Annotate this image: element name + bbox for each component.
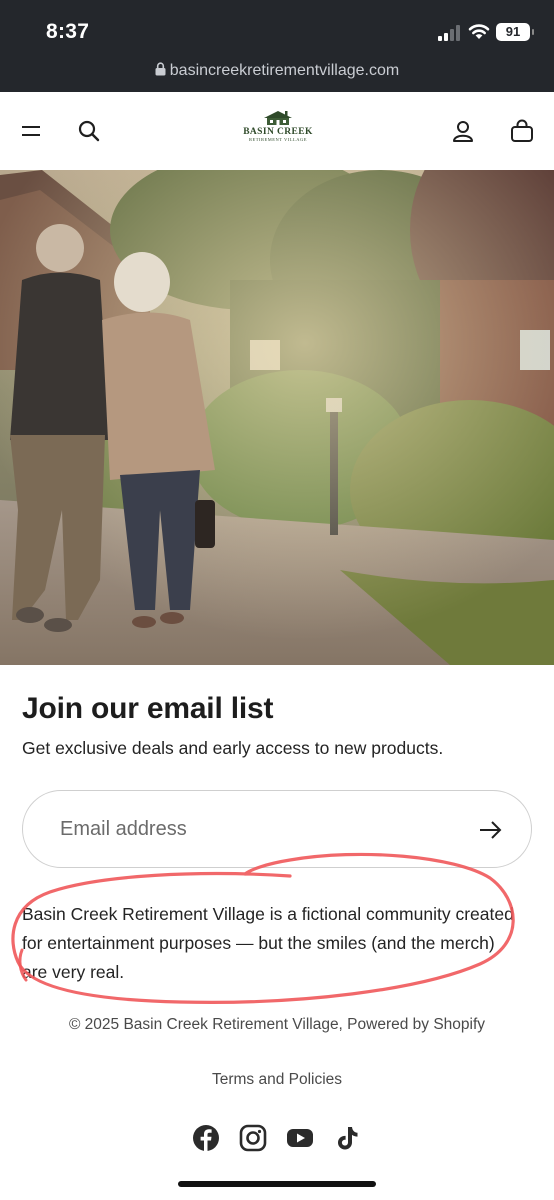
search-icon[interactable]	[76, 118, 102, 144]
email-signup-form	[22, 790, 532, 868]
instagram-icon[interactable]	[239, 1124, 267, 1152]
newsletter-title: Join our email list	[22, 692, 274, 725]
youtube-icon[interactable]	[286, 1124, 314, 1152]
wifi-icon	[468, 24, 490, 39]
email-input[interactable]	[60, 811, 460, 847]
tiktok-icon[interactable]	[333, 1124, 361, 1152]
site-logo[interactable]: BASIN CREEK RETIREMENT VILLAGE	[238, 110, 318, 152]
hero-photo-illustration	[0, 170, 554, 665]
logo-house-icon	[264, 111, 292, 125]
url-text: basincreekretirementvillage.com	[169, 62, 400, 79]
cart-icon[interactable]	[509, 118, 535, 144]
menu-icon[interactable]	[18, 118, 44, 144]
battery-indicator: 91	[496, 23, 534, 41]
status-time: 8:37	[46, 20, 90, 43]
arrow-right-icon	[480, 821, 502, 839]
lock-icon	[155, 62, 166, 76]
url-bar[interactable]: basincreekretirementvillage.com	[0, 62, 554, 88]
fictional-disclaimer: Basin Creek Retirement Village is a fict…	[22, 904, 514, 982]
home-indicator[interactable]	[178, 1181, 376, 1187]
status-bar: 8:37 91 basincreekretirementvillage.com	[0, 0, 554, 92]
account-icon[interactable]	[450, 118, 476, 144]
hero-image	[0, 170, 554, 665]
newsletter-subtitle: Get exclusive deals and early access to …	[22, 738, 444, 758]
cellular-signal-icon	[438, 25, 460, 41]
site-header: BASIN CREEK RETIREMENT VILLAGE	[0, 92, 554, 170]
terms-and-policies-link[interactable]: Terms and Policies	[0, 1071, 554, 1089]
copyright-text: © 2025 Basin Creek Retirement Village, P…	[68, 1016, 486, 1033]
facebook-icon[interactable]	[192, 1124, 220, 1152]
subscribe-button[interactable]	[475, 815, 505, 845]
logo-subtitle: RETIREMENT VILLAGE	[249, 137, 307, 142]
logo-title: BASIN CREEK	[243, 127, 313, 137]
